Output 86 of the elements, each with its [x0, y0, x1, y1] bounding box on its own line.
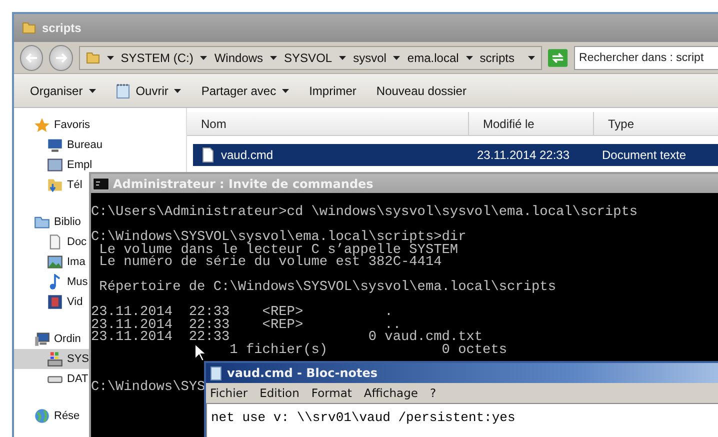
sidebar-item[interactable]: Empl	[14, 155, 92, 175]
breadcrumb-item[interactable]: Windows	[200, 50, 264, 64]
console-line: C:\Windows\SYSVOL\sysvol\ema.local\scripts>dir	[91, 232, 466, 244]
console-icon	[93, 178, 109, 190]
caret-icon	[282, 88, 290, 92]
sidebar-item[interactable]: Ima	[14, 252, 89, 272]
console-line: 23.11.2014 22:33 <REP> .	[91, 307, 393, 320]
breadcrumb-item[interactable]: scripts	[466, 50, 514, 64]
column-header[interactable]: Type	[594, 112, 718, 135]
menu-item[interactable]: Fichier	[210, 386, 248, 400]
search-field[interactable]: Rechercher dans : script	[574, 46, 718, 70]
caret-icon	[339, 56, 346, 60]
sidebar-item[interactable]: SYS	[14, 349, 90, 369]
console-line: C:\Windows\SYS	[91, 382, 206, 394]
console-line: Le numéro de série du volume est 382C-4414	[99, 257, 442, 270]
caret-icon	[106, 56, 114, 60]
computer-icon	[34, 331, 50, 347]
sidebar-item[interactable]: Favoris	[34, 115, 90, 135]
table-cell-text: Document texte	[601, 147, 688, 164]
breadcrumb-item[interactable]: ema.local	[393, 50, 459, 64]
caret-icon	[466, 56, 473, 60]
music-note-icon	[47, 274, 63, 290]
menu-item[interactable]: Format	[311, 386, 352, 400]
window-icon	[47, 157, 63, 173]
breadcrumb-item[interactable]: SYSVOL	[270, 50, 332, 64]
caret-icon	[174, 88, 182, 92]
refresh-icon[interactable]	[548, 48, 568, 68]
menu-item[interactable]: Edition	[260, 386, 300, 400]
sidebar-item[interactable]: Bureau	[14, 135, 102, 155]
sidebar-item[interactable]: Mus	[14, 272, 89, 292]
toolbar-button[interactable]: Partager avec	[201, 84, 290, 98]
table-cell: vaud.cmd	[193, 144, 475, 166]
drive-icon	[47, 351, 63, 367]
forward-button[interactable]	[49, 44, 73, 70]
star-icon	[34, 117, 50, 133]
folder-icon	[86, 50, 100, 64]
console-line: 1 fichier(s) 0 octets	[230, 344, 508, 357]
toolbar-button[interactable]: Ouvrir	[116, 82, 182, 98]
console-line: 23.11.2014 22:33 0 vaud.cmd.txt	[91, 332, 483, 344]
column-header[interactable]: Nom	[187, 112, 469, 135]
notepad-icon	[116, 82, 130, 98]
file-text: net use v: \\srv01\vaud /persistent:yes	[211, 410, 516, 425]
toolbar-button[interactable]: Imprimer	[309, 84, 356, 98]
film-icon	[47, 294, 63, 310]
address-bar[interactable]: SYSTEM (C:) Windows SYSVOL sysvol ema.local scripts	[78, 46, 542, 70]
menu-item[interactable]: Affichage	[364, 386, 418, 400]
notepad-icon	[210, 366, 222, 380]
image-icon	[47, 254, 63, 270]
file-row[interactable]: vaud.cmd 23.11.2014 22:33 Document texte	[193, 144, 718, 166]
folder-icon	[22, 21, 36, 35]
breadcrumb-item[interactable]: sysvol	[339, 50, 386, 64]
window-title: vaud.cmd - Bloc-notes	[227, 366, 378, 380]
caret-icon	[393, 56, 400, 60]
sidebar-item[interactable]: Vid	[14, 292, 89, 312]
table-cell-text: 23.11.2014 22:33	[476, 147, 571, 164]
console-line: C:\Users\Administrateur>cd \windows\sysvol\sysvol\ema.local\scripts	[91, 207, 638, 220]
sidebar-item[interactable]: DAT	[14, 369, 89, 389]
column-header[interactable]: Modifié le	[469, 112, 594, 135]
caret-icon	[200, 56, 208, 60]
globe-icon	[34, 408, 50, 424]
back-button[interactable]	[20, 44, 44, 70]
sidebar-item[interactable]: Ordin	[34, 329, 81, 349]
sidebar-item[interactable]: Rése	[34, 406, 80, 426]
mouse-pointer-icon	[194, 343, 206, 362]
folder-icon	[47, 177, 63, 193]
arrow-left-icon	[26, 52, 38, 62]
breadcrumb-item[interactable]: SYSTEM (C:)	[106, 50, 194, 64]
caret-icon	[528, 56, 536, 60]
folder-icon	[34, 214, 50, 230]
arrow-right-icon	[55, 52, 68, 62]
document-icon	[201, 147, 215, 163]
window-title: Administrateur : Invite de commandes	[113, 176, 374, 190]
sidebar-item[interactable]: Doc	[14, 232, 89, 252]
console-line: 23.11.2014 22:33 <REP> ..	[91, 320, 401, 332]
menu-item[interactable]: ?	[430, 386, 436, 400]
document-icon	[47, 234, 63, 250]
toolbar-button[interactable]: Organiser	[30, 84, 96, 98]
text-area[interactable]: net use v: \\srv01\vaud /persistent:yes	[206, 403, 718, 437]
sidebar-item[interactable]: Biblio	[34, 212, 81, 232]
toolbar-button[interactable]: Nouveau dossier	[376, 84, 466, 98]
monitor-icon	[47, 137, 63, 153]
window-title: scripts	[42, 21, 82, 35]
console-line: Répertoire de C:\Windows\SYSVOL\sysvol\ema.local\scripts	[99, 282, 556, 294]
caret-icon	[270, 56, 278, 60]
sidebar-item[interactable]: Tél	[14, 175, 89, 195]
caret-icon	[88, 88, 96, 92]
